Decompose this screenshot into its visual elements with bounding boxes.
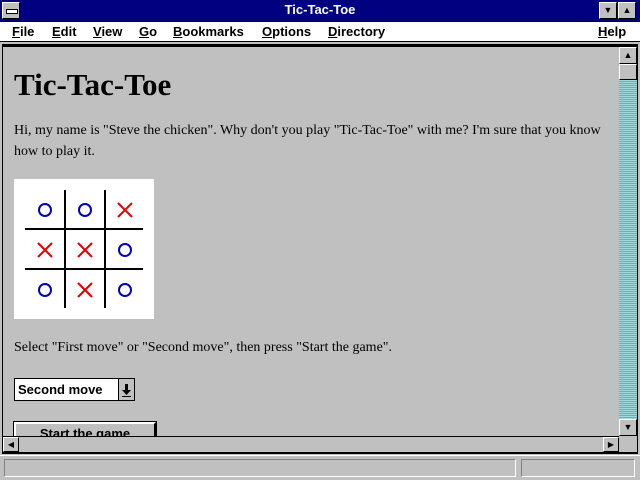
- menu-directory[interactable]: Directory: [328, 24, 385, 39]
- board-cell[interactable]: [25, 190, 65, 230]
- maximize-button[interactable]: ▲: [618, 2, 636, 19]
- o-mark-icon: [78, 203, 92, 217]
- o-mark-icon: [118, 283, 132, 297]
- window-title: Tic-Tac-Toe: [284, 2, 356, 17]
- start-game-button[interactable]: Start the game: [13, 421, 157, 436]
- x-mark-icon: [37, 242, 53, 258]
- menu-bar: File Edit View Go Bookmarks Options Dire…: [0, 22, 640, 42]
- board-cell[interactable]: [65, 190, 105, 230]
- menu-options[interactable]: Options: [262, 24, 311, 39]
- minimize-button[interactable]: ▼: [599, 2, 617, 19]
- progress-indicator: [521, 459, 635, 477]
- menu-edit[interactable]: Edit: [52, 24, 77, 39]
- instructions-text: Select "First move" or "Second move", th…: [14, 340, 392, 355]
- board-cell[interactable]: [65, 230, 105, 270]
- page-heading: Tic-Tac-Toe: [14, 67, 172, 102]
- menu-go[interactable]: Go: [139, 24, 157, 39]
- dropdown-arrow-icon[interactable]: [118, 379, 134, 400]
- board-cell[interactable]: [25, 230, 65, 270]
- scrollbar-corner: [619, 436, 637, 452]
- x-mark-icon: [117, 202, 133, 218]
- status-text: [4, 459, 516, 477]
- menu-help[interactable]: Help: [598, 24, 626, 39]
- menu-view[interactable]: View: [93, 24, 122, 39]
- page-content: Tic-Tac-Toe Hi, my name is "Steve the ch…: [3, 47, 619, 436]
- board-cell[interactable]: [105, 270, 145, 310]
- tic-tac-toe-board[interactable]: [14, 179, 154, 319]
- board-cell[interactable]: [105, 190, 145, 230]
- scroll-right-button[interactable]: ▶: [603, 437, 619, 452]
- scroll-thumb[interactable]: [619, 64, 637, 80]
- menu-bookmarks[interactable]: Bookmarks: [173, 24, 244, 39]
- o-mark-icon: [118, 243, 132, 257]
- board-cell[interactable]: [65, 270, 105, 310]
- move-order-select[interactable]: Second move: [14, 378, 135, 401]
- scroll-up-button[interactable]: ▲: [619, 47, 637, 64]
- x-mark-icon: [77, 242, 93, 258]
- horizontal-scrollbar[interactable]: ◀ ▶: [3, 436, 619, 452]
- o-mark-icon: [38, 203, 52, 217]
- select-value: Second move: [18, 382, 103, 397]
- vertical-scrollbar[interactable]: ▲ ▼: [619, 47, 637, 436]
- scroll-down-button[interactable]: ▼: [619, 419, 637, 436]
- scroll-left-button[interactable]: ◀: [3, 437, 19, 452]
- title-bar: Tic-Tac-Toe ▼ ▲: [0, 0, 640, 22]
- menu-file[interactable]: File: [12, 24, 34, 39]
- board-cell[interactable]: [105, 230, 145, 270]
- intro-text: Hi, my name is "Steve the chicken". Why …: [14, 123, 601, 159]
- x-mark-icon: [77, 282, 93, 298]
- o-mark-icon: [38, 283, 52, 297]
- board-cell[interactable]: [25, 270, 65, 310]
- status-bar: [0, 455, 640, 480]
